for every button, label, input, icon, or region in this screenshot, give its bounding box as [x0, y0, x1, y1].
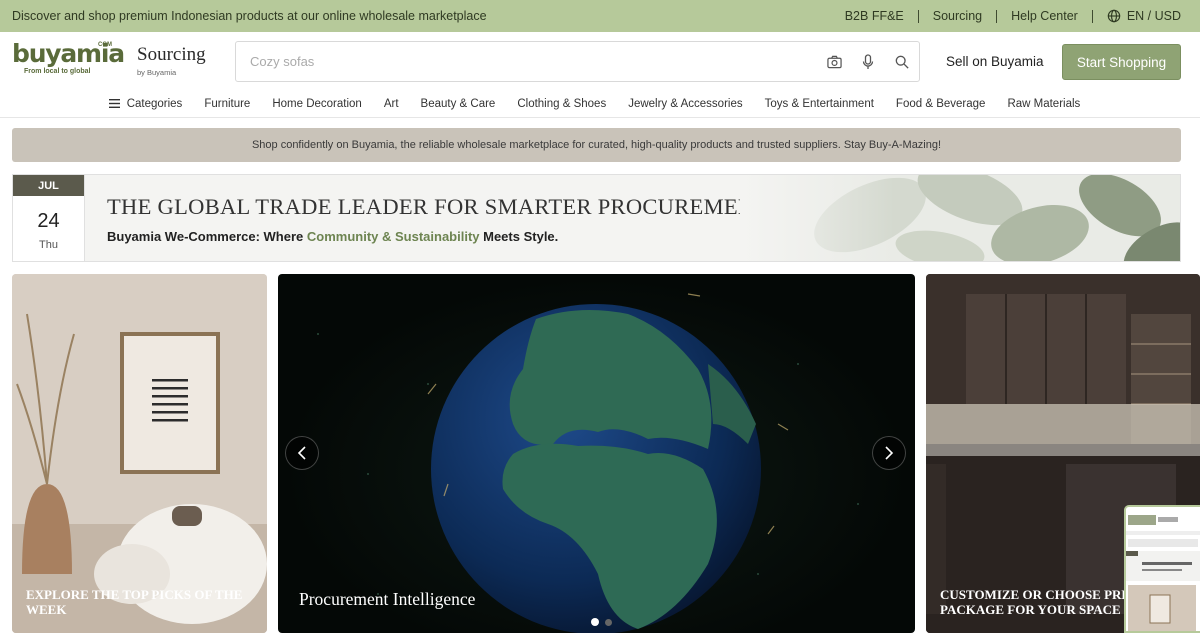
language-label: EN / USD — [1126, 8, 1181, 23]
topbar-links: B2B FF&E Sourcing Help Center EN / USD — [831, 9, 1188, 23]
category-beauty-care[interactable]: Beauty & Care — [410, 98, 507, 110]
carousel-dots — [591, 618, 612, 626]
link-sourcing[interactable]: Sourcing — [919, 9, 998, 23]
logo-wordmark: buyamia — [12, 39, 125, 68]
sourcing-brand[interactable]: Sourcing by Buyamia — [137, 44, 206, 77]
chevron-left-icon — [297, 446, 306, 460]
sell-on-buyamia-link[interactable]: Sell on Buyamia — [946, 54, 1044, 69]
hero-sub-after: Meets Style. — [479, 229, 559, 244]
hero-headline: THE GLOBAL TRADE LEADER FOR SMARTER PROC… — [107, 194, 776, 220]
date-day: 24 — [37, 210, 60, 232]
camera-icon[interactable] — [817, 42, 851, 81]
logo-tagline: From local to global — [24, 68, 91, 75]
menu-icon — [108, 99, 120, 108]
category-home-decoration[interactable]: Home Decoration — [261, 98, 372, 110]
promo-panel-top-picks[interactable]: EXPLORE THE TOP PICKS OF THE WEEK — [12, 274, 267, 633]
category-clothing-shoes[interactable]: Clothing & Shoes — [506, 98, 617, 110]
globe-image — [317, 293, 859, 633]
carousel-panel[interactable]: Procurement Intelligence — [278, 274, 915, 633]
trust-banner-text: Shop confidently on Buyamia, the reliabl… — [251, 139, 942, 151]
page-preview-thumbnail[interactable] — [1124, 505, 1200, 633]
sourcing-subtitle: by Buyamia — [137, 68, 177, 77]
category-jewelry-accessories[interactable]: Jewelry & Accessories — [617, 98, 753, 110]
date-weekday: Thu — [39, 239, 58, 251]
living-room-image — [12, 274, 267, 633]
search-bar — [235, 41, 920, 82]
category-nav: Categories Furniture Home Decoration Art… — [0, 90, 1200, 118]
link-help-center[interactable]: Help Center — [997, 9, 1093, 23]
search-icon[interactable] — [885, 42, 919, 81]
main-header: buyamia COM From local to global Sourcin… — [0, 32, 1200, 90]
announcement-bar: Discover and shop premium Indonesian pro… — [0, 0, 1200, 32]
announcement-text: Discover and shop premium Indonesian pro… — [12, 9, 487, 23]
preview-image — [1126, 507, 1200, 631]
categories-menu[interactable]: Categories — [108, 97, 194, 110]
hero-sub-highlight: Community & Sustainability — [306, 229, 480, 244]
category-furniture[interactable]: Furniture — [193, 98, 261, 110]
top-picks-caption: EXPLORE THE TOP PICKS OF THE WEEK — [26, 587, 243, 617]
date-month: JUL — [13, 175, 84, 196]
search-input[interactable] — [236, 42, 817, 81]
buyamia-logo[interactable]: buyamia COM From local to global — [12, 39, 125, 84]
hero-subheadline: Buyamia We-Commerce: Where Community & S… — [107, 229, 558, 244]
link-b2b[interactable]: B2B FF&E — [831, 9, 919, 23]
categories-label: Categories — [126, 97, 183, 110]
microphone-icon[interactable] — [851, 42, 885, 81]
leaves-image — [740, 175, 1180, 261]
date-card: JUL 24 Thu — [13, 175, 85, 261]
hero-sub-before: Buyamia We-Commerce: Where — [107, 229, 307, 244]
language-selector[interactable]: EN / USD — [1093, 9, 1188, 23]
logo-com: COM — [98, 42, 112, 48]
category-toys-entertainment[interactable]: Toys & Entertainment — [754, 98, 885, 110]
sourcing-title: Sourcing — [137, 44, 206, 65]
globe-icon — [1107, 9, 1121, 23]
carousel-dot-1[interactable] — [591, 618, 599, 626]
procurement-caption: Procurement Intelligence — [299, 589, 476, 609]
trust-banner: Shop confidently on Buyamia, the reliabl… — [12, 128, 1181, 162]
hero-strip: JUL 24 Thu THE GLOBAL TRADE LEADER FOR S… — [12, 174, 1181, 262]
chevron-right-icon — [885, 446, 894, 460]
hero-headline-text: THE GLOBAL TRADE LEADER FOR SMARTER PROC… — [107, 194, 769, 219]
carousel-dot-2[interactable] — [605, 618, 612, 626]
category-art[interactable]: Art — [373, 98, 410, 110]
start-shopping-button[interactable]: Start Shopping — [1062, 44, 1181, 80]
carousel-prev-button[interactable] — [285, 436, 319, 470]
category-raw-materials[interactable]: Raw Materials — [996, 98, 1091, 110]
category-food-beverage[interactable]: Food & Beverage — [885, 98, 997, 110]
carousel-next-button[interactable] — [872, 436, 906, 470]
